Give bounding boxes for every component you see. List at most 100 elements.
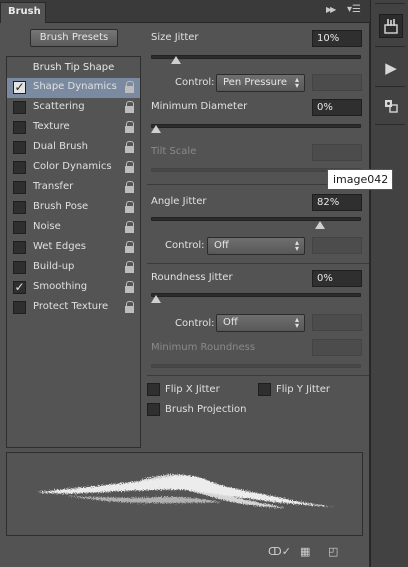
- tab-brush[interactable]: Brush: [0, 2, 46, 23]
- option-label: Wet Edges: [33, 241, 86, 252]
- option-item[interactable]: Noise: [7, 218, 140, 238]
- divider: [375, 124, 405, 125]
- angle-control-select[interactable]: Off ▴ ▾: [207, 237, 305, 255]
- lock-icon[interactable]: [125, 281, 135, 294]
- angle-jitter-value[interactable]: 82%: [312, 194, 362, 211]
- flip-y-jitter-checkbox[interactable]: [258, 383, 271, 396]
- option-item[interactable]: Scattering: [7, 98, 140, 118]
- option-item[interactable]: Protect Texture: [7, 298, 140, 318]
- brush-panel: Brush ▶▶ ▾☰ Brush Presets Brush Tip Shap…: [0, 0, 370, 567]
- roundness-control-select[interactable]: Off ▴ ▾: [216, 314, 305, 332]
- angle-jitter-slider-knob[interactable]: [315, 221, 325, 229]
- option-item[interactable]: Build-up: [7, 258, 140, 278]
- panel-tab-bar: Brush ▶▶ ▾☰: [0, 0, 370, 23]
- minimum-diameter-value[interactable]: 0%: [312, 99, 362, 116]
- brush-options-list: Brush Tip Shape ✓ Shape Dynamics Scatterin…: [6, 56, 141, 448]
- play-icon[interactable]: ▶: [379, 56, 403, 80]
- option-label: Noise: [33, 221, 61, 232]
- option-item[interactable]: Transfer: [7, 178, 140, 198]
- size-jitter-slider[interactable]: [151, 55, 361, 59]
- brush-tip-shape-item[interactable]: Brush Tip Shape: [7, 57, 140, 78]
- lock-icon[interactable]: [125, 101, 135, 114]
- option-item[interactable]: Wet Edges: [7, 238, 140, 258]
- option-label: Build-up: [33, 261, 75, 272]
- angle-control-extra-field: [312, 237, 362, 254]
- brush-presets-button[interactable]: Brush Presets: [30, 29, 118, 47]
- section-divider: [147, 263, 369, 264]
- size-control-select[interactable]: Pen Pressure ▴ ▾: [216, 74, 305, 92]
- panel-bottom-bar: ↀ✓ ▦ ◰: [0, 540, 370, 567]
- lock-icon[interactable]: [125, 81, 135, 94]
- roundness-control-extra-field: [312, 314, 362, 331]
- brush-panel-icon[interactable]: [379, 14, 403, 38]
- option-label: Dual Brush: [33, 141, 88, 152]
- option-checkbox[interactable]: [13, 261, 26, 274]
- collapsed-panel-strip: ▶: [370, 0, 408, 567]
- minimum-diameter-slider-knob[interactable]: [151, 125, 161, 133]
- lock-icon[interactable]: [125, 301, 135, 314]
- option-label: Scattering: [33, 101, 85, 112]
- lock-icon[interactable]: [125, 181, 135, 194]
- option-label: Brush Pose: [33, 201, 89, 212]
- option-checkbox[interactable]: [13, 161, 26, 174]
- option-checkbox[interactable]: [13, 241, 26, 254]
- clone-source-icon[interactable]: [379, 94, 403, 118]
- option-item[interactable]: Texture: [7, 118, 140, 138]
- option-checkbox[interactable]: [13, 221, 26, 234]
- lock-icon[interactable]: [125, 141, 135, 154]
- size-jitter-slider-knob[interactable]: [171, 56, 181, 64]
- brush-projection-checkbox[interactable]: [147, 403, 160, 416]
- option-label: Shape Dynamics: [33, 81, 117, 92]
- lock-icon[interactable]: [125, 241, 135, 254]
- tilt-scale-label: Tilt Scale: [151, 146, 197, 157]
- option-checkbox[interactable]: [13, 301, 26, 314]
- option-checkbox[interactable]: [13, 101, 26, 114]
- panel-menu-icon[interactable]: ▾☰: [347, 4, 361, 15]
- option-checkbox[interactable]: [13, 181, 26, 194]
- roundness-jitter-slider-knob[interactable]: [151, 295, 161, 303]
- option-label: Color Dynamics: [33, 161, 112, 172]
- option-item[interactable]: Brush Pose: [7, 198, 140, 218]
- lock-icon[interactable]: [125, 261, 135, 274]
- roundness-jitter-value[interactable]: 0%: [312, 270, 362, 287]
- tilt-scale-value: [312, 144, 362, 161]
- toggle-live-tip-icon[interactable]: ↀ✓: [268, 545, 291, 558]
- option-checkbox[interactable]: [13, 141, 26, 154]
- brush-projection-label: Brush Projection: [165, 404, 247, 415]
- option-item[interactable]: ✓ Smoothing: [7, 278, 140, 298]
- minimum-roundness-label: Minimum Roundness: [151, 342, 256, 353]
- size-jitter-label: Size Jitter: [151, 32, 199, 43]
- option-checkbox[interactable]: [13, 121, 26, 134]
- divider: [375, 46, 405, 47]
- lock-icon[interactable]: [125, 161, 135, 174]
- option-checkbox[interactable]: [13, 201, 26, 214]
- option-item[interactable]: Color Dynamics: [7, 158, 140, 178]
- lock-icon[interactable]: [125, 121, 135, 134]
- brush-stroke-preview-image: [37, 474, 337, 508]
- divider: [375, 3, 405, 4]
- minimum-diameter-slider[interactable]: [151, 124, 361, 128]
- option-item[interactable]: ✓ Shape Dynamics: [7, 78, 140, 98]
- grid-icon[interactable]: ▦: [300, 545, 310, 558]
- option-label: Texture: [33, 121, 70, 132]
- minimum-diameter-label: Minimum Diameter: [151, 101, 248, 112]
- size-control-value: Pen Pressure: [223, 77, 288, 88]
- option-checkbox[interactable]: ✓: [13, 281, 26, 294]
- angle-jitter-label: Angle Jitter: [151, 196, 207, 207]
- flip-x-jitter-checkbox[interactable]: [147, 383, 160, 396]
- angle-control-label: Control:: [165, 240, 205, 251]
- lock-icon[interactable]: [125, 221, 135, 234]
- size-control-extra-field: [312, 74, 362, 91]
- double-chevron-right-icon[interactable]: ▶▶: [326, 5, 336, 14]
- option-checkbox[interactable]: ✓: [13, 81, 26, 94]
- tooltip: image042: [327, 169, 393, 190]
- lock-icon[interactable]: [125, 201, 135, 214]
- flip-y-jitter-label: Flip Y Jitter: [276, 384, 330, 395]
- new-preset-icon[interactable]: ◰: [328, 545, 338, 558]
- flip-x-jitter-label: Flip X Jitter: [165, 384, 220, 395]
- size-jitter-value[interactable]: 10%: [312, 30, 362, 47]
- brush-stroke-preview: [6, 452, 363, 536]
- roundness-jitter-slider[interactable]: [151, 293, 361, 297]
- option-item[interactable]: Dual Brush: [7, 138, 140, 158]
- angle-jitter-slider[interactable]: [151, 217, 361, 221]
